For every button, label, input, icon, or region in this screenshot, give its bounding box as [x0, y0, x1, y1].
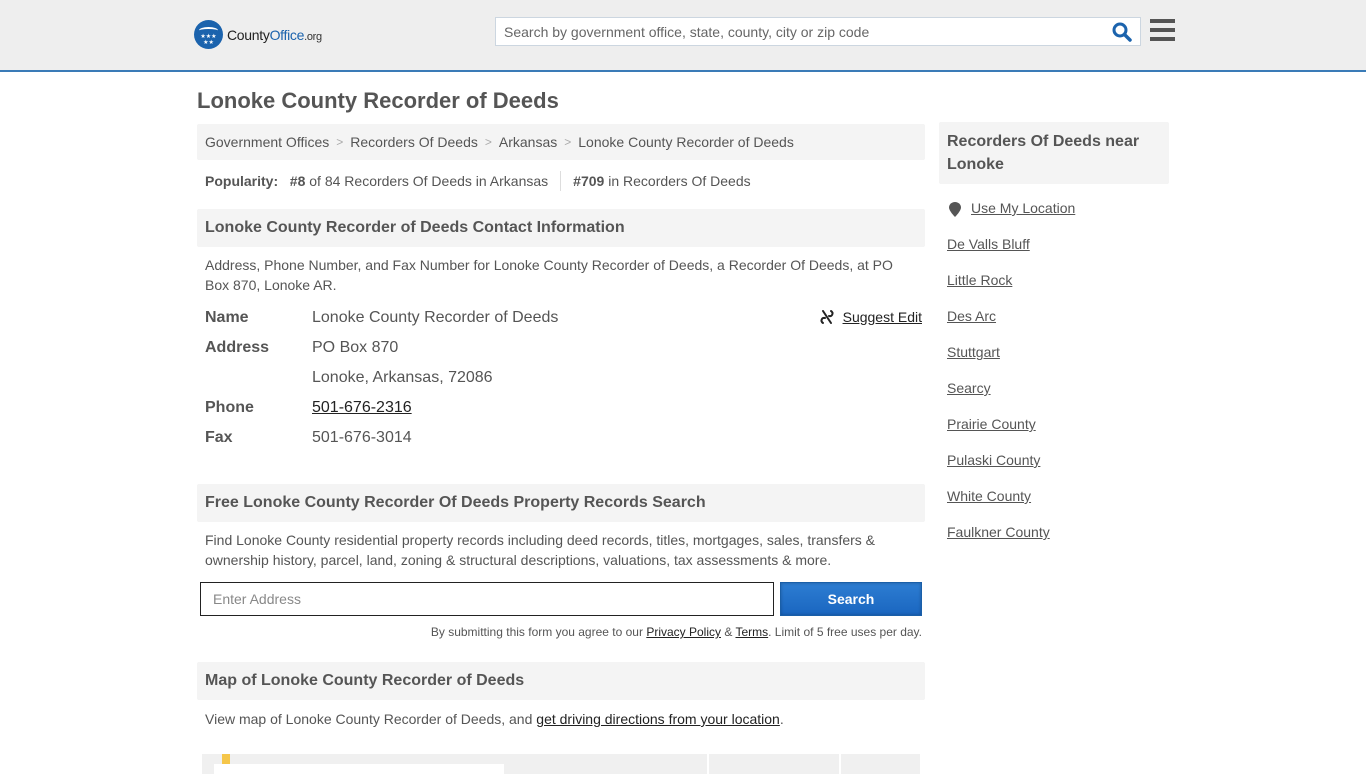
national-rank-text: in Recorders Of Deeds	[608, 173, 751, 189]
hamburger-menu-icon[interactable]	[1150, 19, 1175, 41]
nearby-item[interactable]: Pulaski County	[947, 452, 1161, 488]
search-icon[interactable]	[1112, 22, 1132, 42]
info-row-phone: Phone 501-676-2316	[205, 399, 412, 416]
breadcrumb-item[interactable]: Recorders Of Deeds	[350, 134, 478, 150]
map-heading: Map of Lonoke County Recorder of Deeds	[197, 662, 925, 700]
nearby-list: Use My Location De Valls Bluff Little Ro…	[939, 184, 1169, 560]
breadcrumb: Government Offices > Recorders Of Deeds …	[197, 124, 925, 160]
use-my-location[interactable]: Use My Location	[947, 200, 1161, 236]
nearby-item[interactable]: Little Rock	[947, 272, 1161, 308]
suggest-edit-link[interactable]: Suggest Edit	[819, 309, 922, 325]
nearby-item[interactable]: De Valls Bluff	[947, 236, 1161, 272]
breadcrumb-item[interactable]: Government Offices	[205, 134, 329, 150]
address-line-2: Lonoke, Arkansas, 72086	[312, 369, 493, 386]
map-embed[interactable]	[202, 754, 920, 774]
unlink-icon	[820, 310, 834, 324]
site-logo[interactable]: ★★★ ★★ CountyOffice.org	[194, 20, 322, 49]
location-pin-icon	[949, 202, 961, 217]
national-rank: #709	[573, 173, 605, 189]
nearby-item[interactable]: Faulkner County	[947, 524, 1161, 560]
contact-heading: Lonoke County Recorder of Deeds Contact …	[197, 209, 925, 247]
privacy-policy-link[interactable]: Privacy Policy	[646, 625, 721, 639]
address-input[interactable]	[200, 582, 774, 616]
page-title: Lonoke County Recorder of Deeds	[197, 88, 559, 113]
address-line-1: PO Box 870	[312, 339, 399, 356]
property-heading: Free Lonoke County Recorder Of Deeds Pro…	[197, 484, 925, 522]
state-rank-text: of 84 Recorders Of Deeds in Arkansas	[309, 173, 549, 189]
map-description: View map of Lonoke County Recorder of De…	[205, 711, 784, 727]
popularity-label: Popularity:	[205, 173, 279, 189]
site-header: ★★★ ★★ CountyOffice.org	[0, 0, 1366, 72]
fax-number: 501-676-3014	[312, 429, 412, 446]
property-description: Find Lonoke County residential property …	[205, 532, 876, 568]
sidebar-heading: Recorders Of Deeds near Lonoke	[939, 122, 1169, 184]
nearby-item[interactable]: Prairie County	[947, 416, 1161, 452]
property-search-button[interactable]: Search	[780, 582, 922, 616]
breadcrumb-item[interactable]: Arkansas	[499, 134, 557, 150]
breadcrumb-item[interactable]: Lonoke County Recorder of Deeds	[578, 134, 794, 150]
info-row-name: Name Lonoke County Recorder of Deeds	[205, 309, 559, 326]
contact-description: Address, Phone Number, and Fax Number fo…	[205, 257, 893, 293]
breadcrumb-separator: >	[336, 135, 344, 149]
phone-link[interactable]: 501-676-2316	[312, 399, 412, 416]
main-content: Government Offices > Recorders Of Deeds …	[197, 124, 925, 774]
nearby-item[interactable]: Des Arc	[947, 308, 1161, 344]
eagle-logo-icon: ★★★ ★★	[194, 20, 223, 49]
logo-text: CountyOffice.org	[227, 26, 322, 43]
terms-link[interactable]: Terms	[735, 625, 768, 639]
popularity: Popularity: #8 of 84 Recorders Of Deeds …	[197, 160, 925, 202]
sidebar: Recorders Of Deeds near Lonoke Use My Lo…	[939, 122, 1169, 560]
driving-directions-link[interactable]: get driving directions from your locatio…	[536, 711, 780, 727]
breadcrumb-separator: >	[484, 135, 492, 149]
info-row-address: Address PO Box 870	[205, 339, 399, 356]
nearby-item[interactable]: Stuttgart	[947, 344, 1161, 380]
property-search-form: Search	[197, 582, 925, 616]
nearby-item[interactable]: Searcy	[947, 380, 1161, 416]
nearby-item[interactable]: White County	[947, 488, 1161, 524]
form-disclaimer: By submitting this form you agree to our…	[430, 625, 922, 639]
contact-info: Suggest Edit Name Lonoke County Recorder …	[197, 295, 925, 453]
info-row-address-2: Lonoke, Arkansas, 72086	[205, 363, 917, 393]
site-search-input[interactable]	[496, 18, 1096, 45]
site-search	[495, 17, 1141, 46]
breadcrumb-separator: >	[564, 135, 572, 149]
info-row-fax: Fax 501-676-3014	[205, 429, 412, 446]
office-name: Lonoke County Recorder of Deeds	[312, 309, 559, 326]
divider	[560, 171, 562, 191]
state-rank: #8	[289, 173, 306, 189]
